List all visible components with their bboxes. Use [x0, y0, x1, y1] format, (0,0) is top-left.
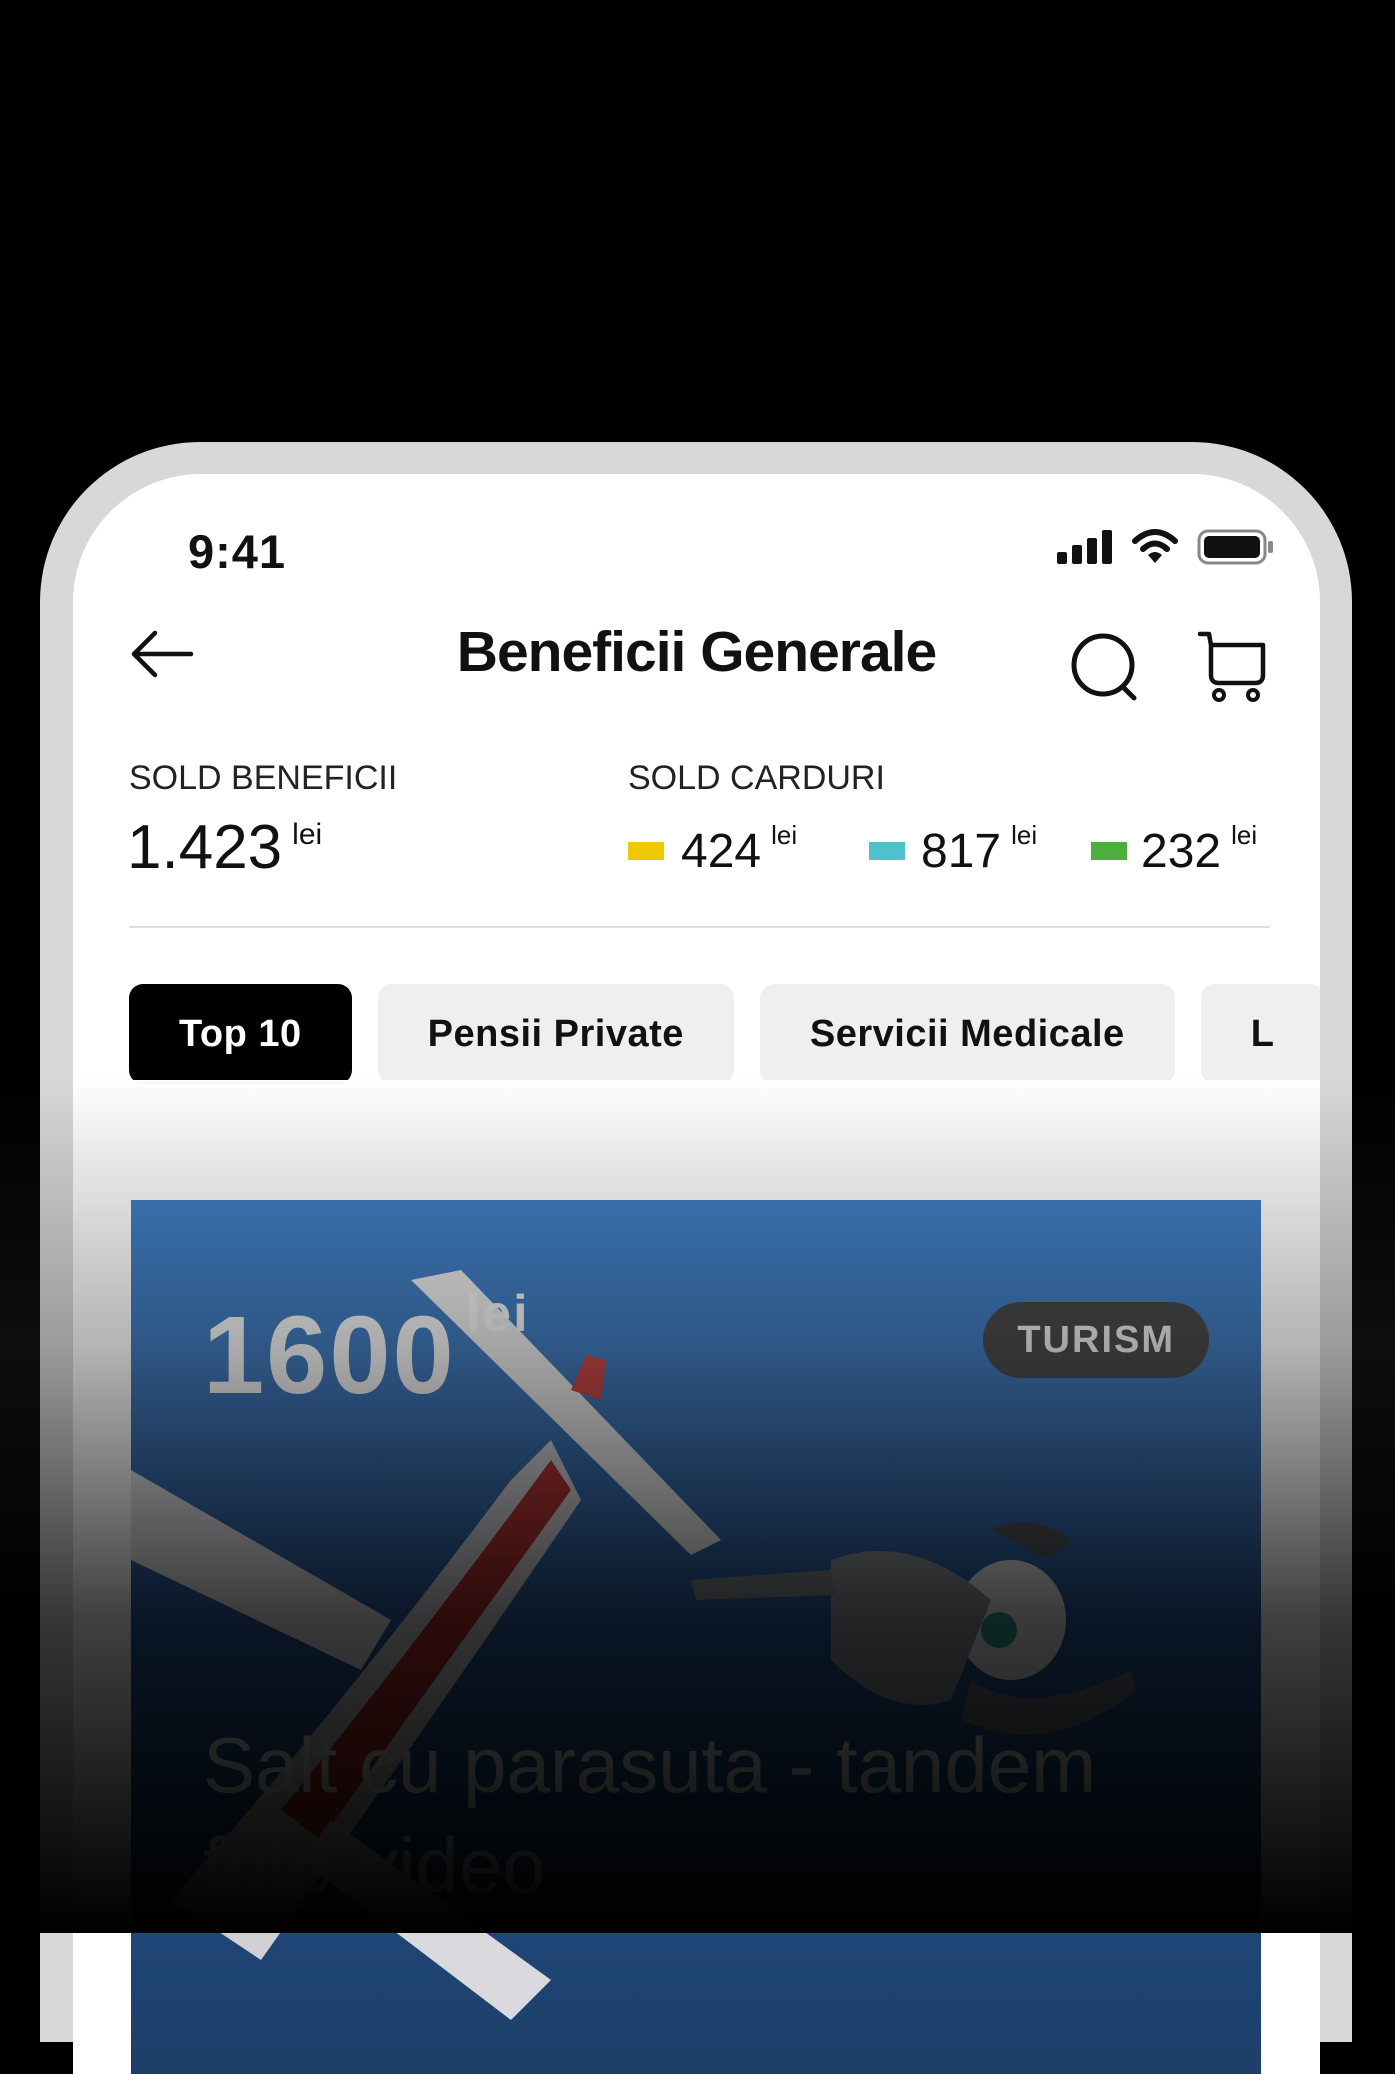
cart-icon [1197, 631, 1266, 702]
product-price-value: 1600 [203, 1294, 456, 1417]
card-amount-unit: lei [1231, 820, 1258, 850]
tab-partial[interactable]: L [1200, 984, 1320, 1084]
category-tag: TURISM [983, 1302, 1209, 1378]
benefits-amount-unit: lei [292, 818, 323, 851]
card-amount-value: 817 [921, 825, 1002, 878]
card-color-swatch-teal [869, 842, 905, 860]
product-price-unit: lei [465, 1285, 530, 1343]
wifi-icon [1132, 529, 1178, 563]
card-amount-unit: lei [771, 820, 798, 850]
signal-icon [1057, 530, 1112, 564]
cart-button[interactable] [1197, 629, 1267, 703]
benefits-balance-label: SOLD BENEFICII [129, 759, 398, 797]
battery-icon [1197, 529, 1273, 565]
cards-balance-label: SOLD CARDURI [628, 759, 885, 797]
status-time: 9:41 [188, 525, 287, 578]
tab-pensii-private[interactable]: Pensii Private [377, 984, 734, 1084]
phone-screen: 9:41 Beneficii Generale SOLD BENEFICII S… [73, 474, 1320, 2074]
status-icons [1057, 529, 1275, 565]
search-icon [1071, 633, 1137, 701]
card-amount-value: 232 [1141, 825, 1222, 878]
benefits-amount-value: 1.423 [127, 813, 283, 882]
card-color-swatch-yellow [628, 842, 664, 860]
search-button[interactable] [1070, 632, 1142, 704]
card-color-swatch-green [1091, 842, 1127, 860]
benefits-balance-amount: 1.423 lei [127, 812, 322, 883]
category-tabs: Top 10 Pensii Private Servicii Medicale … [129, 984, 1320, 1084]
tab-servicii-medicale[interactable]: Servicii Medicale [759, 984, 1175, 1084]
featured-product-card[interactable]: 1600 lei TURISM Salt cu parasuta - tandem… [131, 1200, 1261, 2074]
card-balance-3: 232 lei [1141, 820, 1257, 879]
card-amount-value: 424 [681, 825, 762, 878]
tab-top-10[interactable]: Top 10 [129, 984, 352, 1084]
divider [129, 926, 1270, 928]
card-balance-2: 817 lei [921, 820, 1037, 879]
card-balance-1: 424 lei [681, 820, 797, 879]
card-amount-unit: lei [1011, 820, 1038, 850]
product-title: Salt cu parasuta - tandem foto-video [203, 1721, 1097, 1909]
product-price: 1600 lei [203, 1285, 530, 1419]
